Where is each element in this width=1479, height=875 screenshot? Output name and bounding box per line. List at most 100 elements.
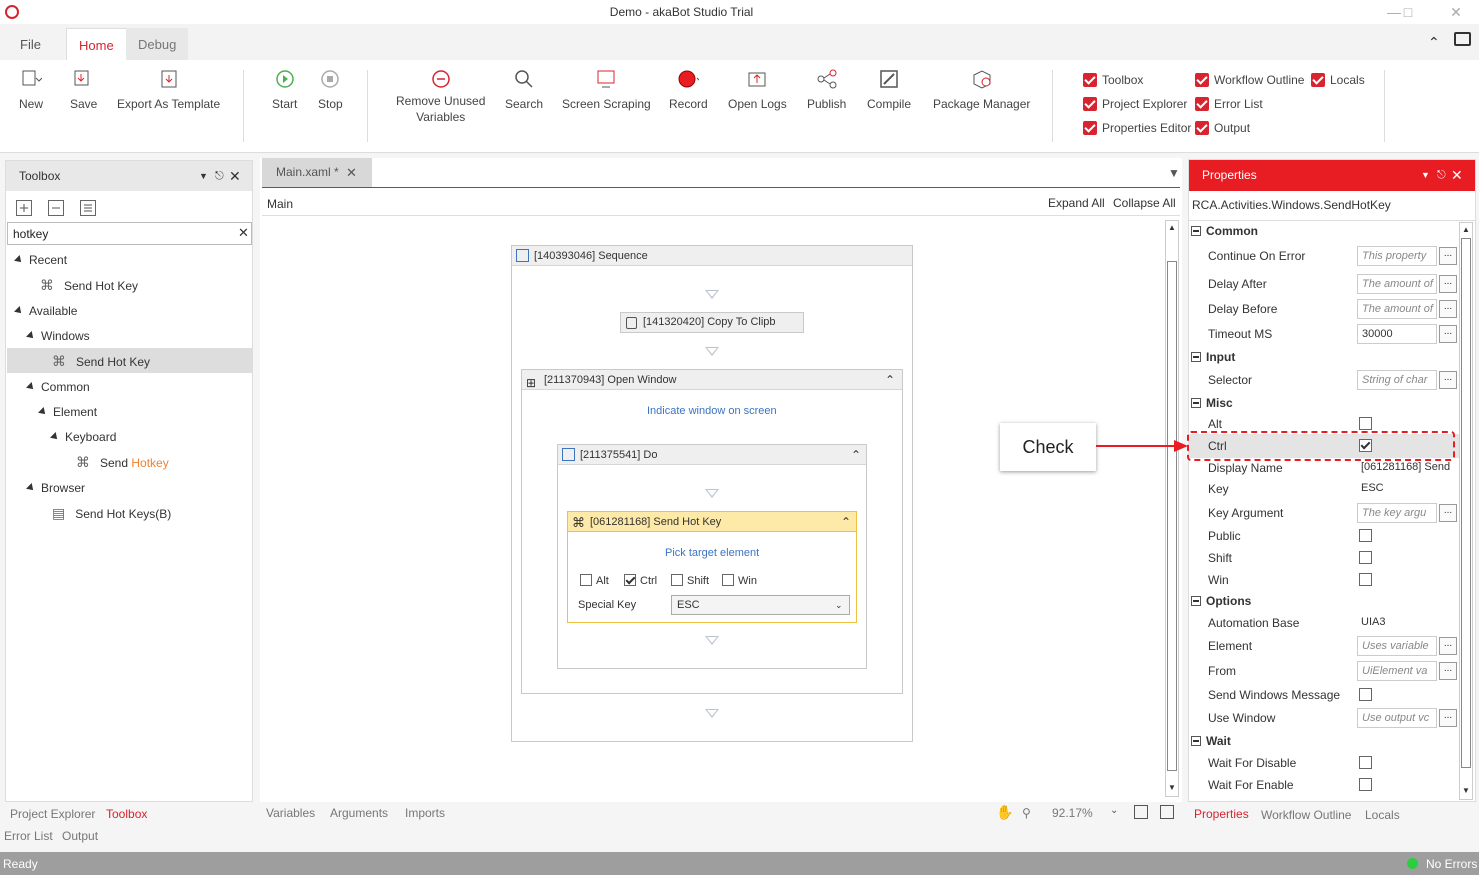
prop-from[interactable]: From UiElement va...	[1189, 659, 1459, 683]
tab-properties[interactable]: Properties	[1194, 807, 1249, 821]
scroll-thumb[interactable]	[1461, 238, 1471, 768]
pick-target-link[interactable]: Pick target element	[665, 547, 759, 559]
error-list-check[interactable]: Error List	[1195, 96, 1263, 112]
start-button[interactable]: Start	[272, 68, 297, 111]
properties-scrollbar[interactable]: ▲ ▼	[1459, 222, 1473, 800]
zoom-search-icon[interactable]: ⚲	[1022, 806, 1031, 820]
prop-delay-after[interactable]: Delay After The amount of...	[1189, 272, 1459, 296]
scroll-down-icon[interactable]: ▼	[1462, 786, 1470, 795]
overview-icon[interactable]	[1160, 805, 1174, 819]
tree-browser[interactable]: Browser	[26, 478, 85, 498]
clear-search-icon[interactable]: ✕	[238, 225, 249, 241]
tree-element[interactable]: Element	[38, 402, 97, 422]
tree-send-hot-keys-browser[interactable]: ▤ Send Hot Keys(B)	[52, 503, 171, 523]
ctrl-checkbox[interactable]: Ctrl	[624, 574, 657, 587]
pin-icon[interactable]: ⎋	[215, 161, 224, 191]
collapse-all-icon[interactable]	[48, 200, 64, 216]
properties-editor-check[interactable]: Properties Editor	[1083, 120, 1191, 136]
tree-windows[interactable]: Windows	[26, 326, 90, 346]
tab-error-list[interactable]: Error List	[4, 829, 53, 843]
workflow-outline-check[interactable]: Workflow Outline	[1195, 72, 1304, 88]
compile-button[interactable]: Compile	[867, 68, 911, 111]
scroll-down-icon[interactable]: ▼	[1168, 783, 1176, 792]
category-misc[interactable]: Misc	[1189, 392, 1459, 414]
tab-project-explorer[interactable]: Project Explorer	[10, 807, 95, 821]
toolbox-check[interactable]: Toolbox	[1083, 72, 1143, 88]
publish-button[interactable]: Publish	[807, 68, 846, 111]
tab-imports[interactable]: Imports	[405, 806, 445, 820]
close-window-button[interactable]: ✕	[1446, 3, 1466, 21]
prop-wait-for-enable[interactable]: Wait For Enable	[1189, 773, 1459, 797]
tab-output[interactable]: Output	[62, 829, 98, 843]
prop-key[interactable]: Key ESC	[1189, 477, 1459, 501]
maximize-button[interactable]: □	[1398, 3, 1418, 21]
expand-all-link[interactable]: Expand All	[1048, 196, 1105, 210]
prop-public[interactable]: Public	[1189, 524, 1459, 548]
indicate-window-link[interactable]: Indicate window on screen	[647, 405, 777, 417]
prop-wait-for-disable[interactable]: Wait For Disable	[1189, 751, 1459, 775]
open-logs-button[interactable]: Open Logs	[728, 68, 787, 111]
designer-scrollbar[interactable]: ▲ ▼	[1165, 220, 1179, 797]
doc-menu-icon[interactable]: ▼	[1168, 166, 1180, 180]
tree-send-hotkey[interactable]: ⌘ Send Hotkey	[76, 452, 169, 472]
category-wait[interactable]: Wait	[1189, 730, 1459, 752]
remove-unused-variables-button[interactable]: Remove Unused Variables	[396, 68, 485, 125]
prop-automation-base[interactable]: Automation Base UIA3	[1189, 611, 1459, 635]
collapse-icon[interactable]: ⌃	[885, 370, 895, 390]
zoom-level[interactable]: 92.17%	[1052, 806, 1093, 820]
shift-checkbox[interactable]: Shift	[671, 574, 709, 587]
alt-checkbox[interactable]: Alt	[580, 574, 609, 587]
scroll-up-icon[interactable]: ▲	[1168, 223, 1176, 232]
stop-button[interactable]: Stop	[318, 68, 343, 111]
tree-available[interactable]: Available	[14, 301, 77, 321]
tree-recent[interactable]: Recent	[14, 250, 67, 270]
tree-send-hot-key-windows[interactable]: ⌘ Send Hot Key	[52, 351, 150, 371]
tab-debug[interactable]: Debug	[126, 28, 189, 61]
scroll-up-icon[interactable]: ▲	[1462, 225, 1470, 234]
pin-icon[interactable]: ⎋	[1437, 160, 1446, 191]
tab-toolbox[interactable]: Toolbox	[106, 807, 147, 821]
expand-all-icon[interactable]	[16, 200, 32, 216]
tab-arguments[interactable]: Arguments	[330, 806, 388, 820]
prop-continue-on-error[interactable]: Continue On Error This property...	[1189, 244, 1459, 268]
close-tab-icon[interactable]: ✕	[346, 158, 357, 187]
collapse-all-link[interactable]: Collapse All	[1113, 196, 1176, 210]
collapse-ribbon-icon[interactable]: ⌃	[1428, 34, 1440, 51]
screen-scraping-button[interactable]: Screen Scraping	[562, 68, 651, 111]
tree-send-hot-key-recent[interactable]: ⌘ Send Hot Key	[40, 275, 138, 295]
locals-check[interactable]: Locals	[1311, 72, 1365, 88]
close-icon[interactable]: ✕	[1451, 160, 1463, 191]
prop-timeout-ms[interactable]: Timeout MS 30000...	[1189, 322, 1459, 346]
list-view-icon[interactable]	[80, 200, 96, 216]
collapse-icon[interactable]: ⌃	[841, 512, 851, 532]
tab-variables[interactable]: Variables	[266, 806, 315, 820]
prop-element[interactable]: Element Uses variable...	[1189, 634, 1459, 658]
category-input[interactable]: Input	[1189, 346, 1459, 368]
close-icon[interactable]: ✕	[229, 161, 241, 191]
export-template-button[interactable]: Export As Template	[117, 68, 220, 111]
zoom-dropdown-icon[interactable]: ⌄	[1110, 805, 1118, 816]
win-checkbox[interactable]: Win	[722, 574, 757, 587]
tree-keyboard[interactable]: Keyboard	[50, 427, 116, 447]
dropdown-icon[interactable]: ▼	[199, 161, 208, 191]
tab-locals[interactable]: Locals	[1365, 808, 1400, 822]
special-key-select[interactable]: ESC ⌄	[671, 595, 850, 615]
comments-icon[interactable]	[1454, 32, 1471, 46]
prop-use-window[interactable]: Use Window Use output vc...	[1189, 706, 1459, 730]
prop-key-argument[interactable]: Key Argument The key argu...	[1189, 501, 1459, 525]
new-button[interactable]: New	[19, 68, 43, 111]
collapse-icon[interactable]: ⌃	[851, 445, 861, 465]
hand-pan-icon[interactable]: ✋	[996, 804, 1013, 821]
prop-send-windows-message[interactable]: Send Windows Message	[1189, 683, 1459, 707]
package-manager-button[interactable]: Package Manager	[933, 68, 1030, 111]
category-common[interactable]: Common	[1189, 220, 1459, 242]
tab-workflow-outline[interactable]: Workflow Outline	[1261, 808, 1351, 822]
project-explorer-check[interactable]: Project Explorer	[1083, 96, 1187, 112]
output-check[interactable]: Output	[1195, 120, 1250, 136]
tree-common[interactable]: Common	[26, 377, 90, 397]
tab-file[interactable]: File	[8, 28, 53, 61]
tab-main-xaml[interactable]: Main.xaml * ✕	[262, 158, 372, 187]
category-options[interactable]: Options	[1189, 590, 1459, 612]
save-button[interactable]: Save	[70, 68, 97, 111]
fit-to-screen-icon[interactable]	[1134, 805, 1148, 819]
